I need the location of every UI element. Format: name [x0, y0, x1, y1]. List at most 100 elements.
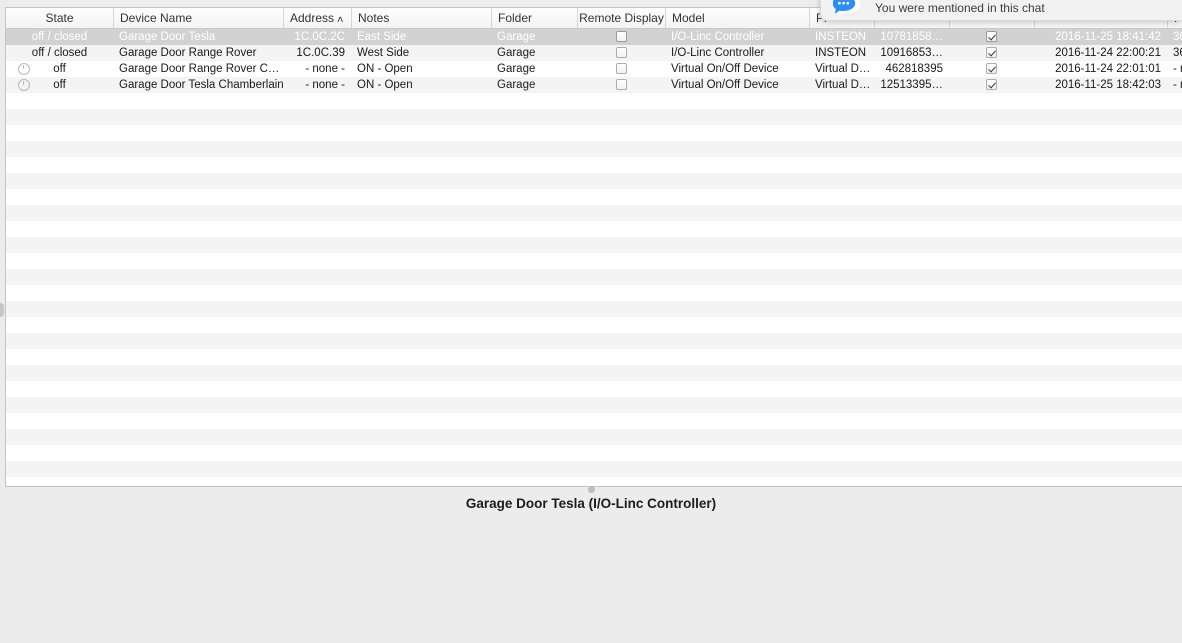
table-row-empty	[6, 413, 1182, 429]
enabled-checkbox[interactable]	[986, 47, 997, 59]
device-table[interactable]: State Device Name Address ∧ Notes Folder Remot…	[5, 7, 1182, 487]
cell-text: Virtual On/Off Device	[671, 79, 779, 91]
column-header-device_name[interactable]: Device Name	[113, 8, 283, 28]
column-header-state[interactable]: State	[6, 8, 113, 28]
cell-text: INSTEON	[815, 47, 867, 59]
detail-title: Garage Door Tesla (I/O-Linc Controller)	[465, 496, 717, 511]
cell-enabled	[949, 29, 1034, 45]
table-row[interactable]: off Garage Door Tesla Chamberlain - none -…	[6, 77, 1182, 93]
column-header-label: Notes	[358, 11, 390, 25]
power-icon	[18, 63, 30, 75]
cell-text: 1C.0C.39	[296, 47, 345, 59]
application-window: State Device Name Address ∧ Notes Folder Remot…	[0, 0, 1182, 643]
table-row-empty	[6, 429, 1182, 445]
cell-text: East Side	[357, 31, 407, 43]
remote-display-checkbox[interactable]	[615, 31, 627, 43]
table-row-empty	[6, 205, 1182, 221]
cell-text: - none -	[305, 79, 345, 91]
cell-model: I/O-Linc Controller	[665, 29, 809, 45]
column-header-remote_display[interactable]: Remote Display	[577, 8, 665, 28]
cell-text: Garage	[497, 47, 536, 59]
cell-folder: Garage	[491, 45, 577, 61]
column-header-address[interactable]: Address ∧	[283, 8, 351, 28]
table-body[interactable]: off / closed Garage Door Tesla 1C.0C.2C Eas…	[6, 29, 1182, 486]
remote-display-checkbox[interactable]	[615, 63, 627, 75]
cell-enabled	[949, 61, 1034, 77]
power-icon	[18, 79, 30, 91]
cell-text: 1C.0C.2C	[294, 31, 346, 43]
table-row-empty	[6, 333, 1182, 349]
notification-toast[interactable]: You were mentioned in this chat	[820, 0, 1182, 21]
cell-model: Virtual On/Off Device	[665, 77, 809, 93]
cell-last_update: 2016-11-24 22:00:21	[1034, 45, 1167, 61]
cell-last_update: 2016-11-25 18:41:42	[1034, 29, 1167, 45]
table-row-empty	[6, 365, 1182, 381]
cell-notes: ON - Open	[351, 61, 491, 77]
cell-text: Garage Door Range Rover	[119, 47, 257, 59]
cell-notes: ON - Open	[351, 77, 491, 93]
cell-address: 1C.0C.2C	[283, 29, 351, 45]
cell-remote_display	[577, 29, 665, 45]
enabled-checkbox[interactable]	[986, 31, 997, 43]
enabled-checkbox[interactable]	[986, 63, 997, 75]
cell-id: 10916853…	[874, 45, 949, 61]
enabled-checkbox[interactable]	[986, 79, 997, 91]
column-header-model[interactable]: Model	[665, 8, 809, 28]
cell-text: 2016-11-25 18:41:42	[1055, 31, 1161, 43]
cell-text: 36	[1173, 47, 1182, 59]
cell-protocol: Virtual D…	[809, 77, 874, 93]
cell-text: ON - Open	[357, 63, 413, 75]
cell-text: Garage Door Tesla Chamberlain	[119, 79, 283, 91]
table-row-empty	[6, 237, 1182, 253]
cell-text: 10781858…	[880, 31, 943, 43]
table-row[interactable]: off / closed Garage Door Range Rover 1C.0C…	[6, 45, 1182, 61]
column-header-folder[interactable]: Folder	[491, 8, 577, 28]
column-header-label: Remote Display	[579, 11, 664, 25]
table-row-empty	[6, 157, 1182, 173]
cell-remote_display	[577, 77, 665, 93]
cell-text: I/O-Linc Controller	[671, 31, 765, 43]
cell-state: off / closed	[6, 45, 113, 61]
cell-state: off	[6, 77, 113, 93]
cell-text: off	[53, 63, 66, 75]
cell-text: West Side	[357, 47, 410, 59]
cell-text: 462818395	[885, 63, 943, 75]
cell-device_name: Garage Door Range Rover	[113, 45, 283, 61]
table-row-empty	[6, 445, 1182, 461]
cell-firmware: - n	[1167, 77, 1182, 93]
column-header-label: Folder	[498, 11, 533, 25]
cell-text: Garage	[497, 63, 536, 75]
cell-text: off / closed	[31, 47, 88, 59]
left-splitter-handle[interactable]	[0, 303, 4, 317]
horizontal-splitter-handle[interactable]	[588, 486, 595, 493]
table-row[interactable]: off Garage Door Range Rover C… - none - ON …	[6, 61, 1182, 77]
cell-device_name: Garage Door Tesla	[113, 29, 283, 45]
cell-firmware: - n	[1167, 61, 1182, 77]
table-row[interactable]: off / closed Garage Door Tesla 1C.0C.2C Eas…	[6, 29, 1182, 45]
cell-protocol: INSTEON	[809, 45, 874, 61]
cell-id: 462818395	[874, 61, 949, 77]
cell-state: off	[6, 61, 113, 77]
sort-ascending-icon: ∧	[336, 14, 345, 24]
column-header-notes[interactable]: Notes	[351, 8, 491, 28]
cell-text: Virtual D…	[815, 79, 871, 91]
cell-notes: East Side	[351, 29, 491, 45]
cell-text: 10916853…	[880, 47, 943, 59]
cell-text: Garage	[497, 79, 536, 91]
cell-enabled	[949, 77, 1034, 93]
cell-text: Garage Door Tesla	[119, 31, 216, 43]
table-row-empty	[6, 461, 1182, 477]
cell-text: Garage	[497, 31, 536, 43]
cell-protocol: INSTEON	[809, 29, 874, 45]
cell-text: off / closed	[31, 31, 88, 43]
cell-text: 12513395…	[880, 79, 943, 91]
cell-text: Virtual D…	[815, 63, 871, 75]
column-header-label: Device Name	[120, 11, 193, 25]
cell-enabled	[949, 45, 1034, 61]
cell-last_update: 2016-11-24 22:01:01	[1034, 61, 1167, 77]
remote-display-checkbox[interactable]	[615, 47, 627, 59]
cell-remote_display	[577, 45, 665, 61]
chat-bubble-icon	[832, 0, 863, 17]
detail-panel: Garage Door Tesla (I/O-Linc Controller) …	[0, 492, 1182, 643]
remote-display-checkbox[interactable]	[615, 79, 627, 91]
